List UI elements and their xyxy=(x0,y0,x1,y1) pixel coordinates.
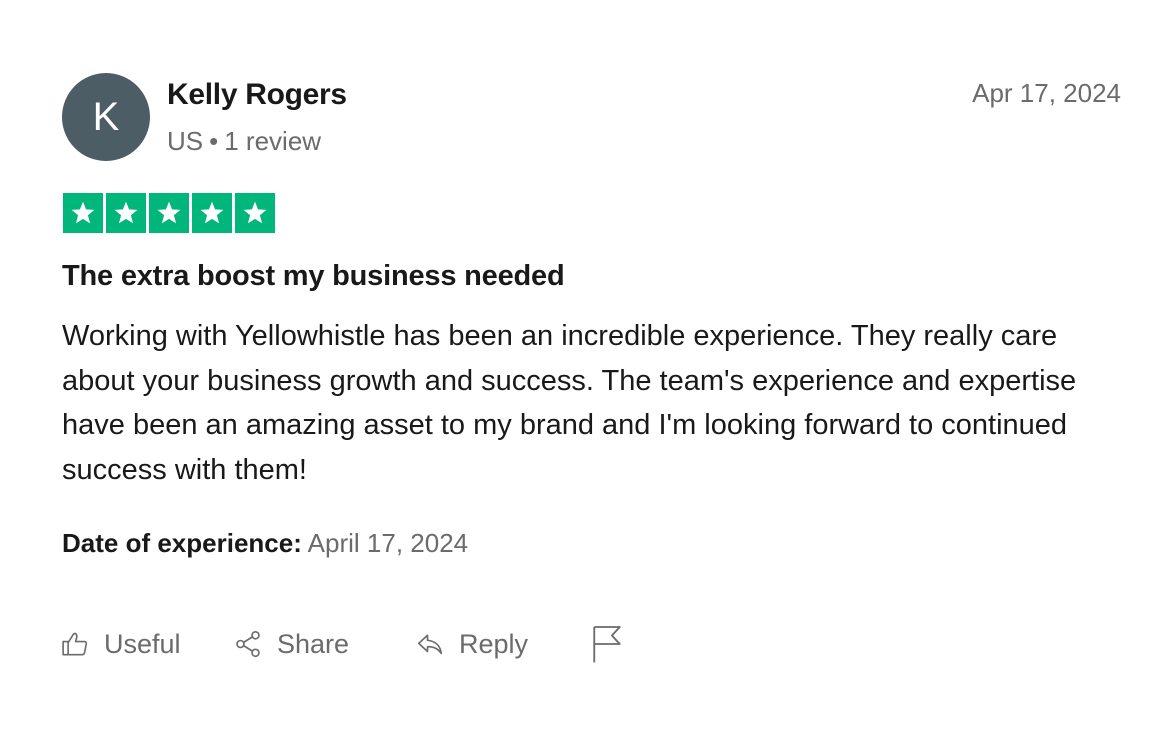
reviewer-meta: US • 1 review xyxy=(167,126,321,157)
star-rating xyxy=(63,193,275,233)
date-of-experience: Date of experience: April 17, 2024 xyxy=(62,528,468,559)
thumbs-up-icon xyxy=(60,629,90,659)
star-icon xyxy=(106,193,146,233)
review-date: Apr 17, 2024 xyxy=(972,78,1121,108)
avatar-initial: K xyxy=(92,94,120,139)
review-card: K Kelly Rogers US • 1 review Apr 17, 2024 … xyxy=(0,0,1176,746)
star-icon xyxy=(149,193,189,233)
reply-button[interactable]: Reply xyxy=(415,622,528,666)
reviewer-country: US xyxy=(167,126,204,156)
meta-separator: • xyxy=(209,126,219,156)
share-label: Share xyxy=(277,628,350,659)
experience-date: April 17, 2024 xyxy=(307,528,469,558)
share-button[interactable]: Share xyxy=(233,622,349,666)
useful-button[interactable]: Useful xyxy=(60,622,181,666)
avatar[interactable]: K xyxy=(62,73,150,161)
review-title[interactable]: The extra boost my business needed xyxy=(62,260,565,293)
review-body: Working with Yellowhistle has been an in… xyxy=(62,320,1077,486)
reply-icon xyxy=(415,629,445,659)
share-icon xyxy=(233,629,263,659)
flag-icon xyxy=(590,624,624,664)
reviewer-name[interactable]: Kelly Rogers xyxy=(167,78,347,112)
experience-label: Date of experience: xyxy=(62,528,302,558)
review-actions: Useful Share Reply xyxy=(60,622,660,666)
reply-label: Reply xyxy=(459,628,529,659)
star-icon xyxy=(235,193,275,233)
report-button[interactable] xyxy=(590,622,624,666)
review-count: 1 review xyxy=(224,126,322,156)
useful-label: Useful xyxy=(104,628,181,659)
star-icon xyxy=(192,193,232,233)
star-icon xyxy=(63,193,103,233)
